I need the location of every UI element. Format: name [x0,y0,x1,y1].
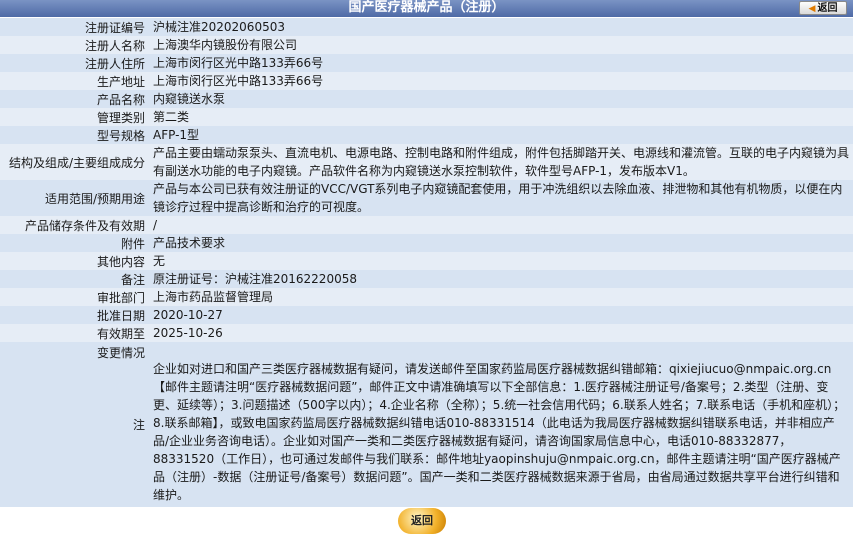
field-value: 上海澳华内镜股份有限公司 [148,36,853,54]
field-label: 结构及组成/主要组成成分 [0,144,148,180]
field-label: 型号规格 [0,126,148,144]
field-value: 原注册证号：沪械注准20162220058 [148,270,853,288]
field-value: 上海市闵行区光中路133弄66号 [148,54,853,72]
row-registration-number: 注册证编号 沪械注准20202060503 [0,18,853,36]
field-label: 审批部门 [0,288,148,306]
field-value: AFP-1型 [148,126,853,144]
page-title-bar: 国产医疗器械产品（注册） ◀ 返回 [0,0,853,17]
field-value: 内窥镜送水泵 [148,90,853,108]
back-arrow-icon: ◀ [808,4,816,14]
field-value: 沪械注准20202060503 [148,18,853,36]
row-product-name: 产品名称 内窥镜送水泵 [0,90,853,108]
field-label: 变更情况 [96,346,145,360]
row-other-content: 其他内容 无 [0,252,853,270]
row-storage-validity: 产品储存条件及有效期 / [0,216,853,234]
row-registrant-name: 注册人名称 上海澳华内镜股份有限公司 [0,36,853,54]
note-label: 注 [132,418,145,432]
field-label: 注册人名称 [0,36,148,54]
field-value: 产品与本公司已获有效注册证的VCC/VGT系列电子内窥镜配套使用，用于冲洗组织以… [148,180,853,216]
back-button-bottom-label: 返回 [411,514,433,527]
field-value: 产品主要由蠕动泵泵头、直流电机、电源电路、控制电路和附件组成，附件包括脚踏开关、… [148,144,853,180]
field-label: 有效期至 [0,324,148,342]
detail-table: 注册证编号 沪械注准20202060503 注册人名称 上海澳华内镜股份有限公司… [0,18,853,507]
row-production-address: 生产地址 上海市闵行区光中路133弄66号 [0,72,853,90]
field-label: 批准日期 [0,306,148,324]
row-approval-date: 批准日期 2020-10-27 [0,306,853,324]
field-label: 产品名称 [0,90,148,108]
field-label: 产品储存条件及有效期 [0,216,148,234]
field-value: 上海市闵行区光中路133弄66号 [148,72,853,90]
field-label: 适用范围/预期用途 [0,180,148,216]
page-title: 国产医疗器械产品（注册） [348,0,505,15]
row-registrant-address: 注册人住所 上海市闵行区光中路133弄66号 [0,54,853,72]
note-cell: 企业如对进口和国产三类医疗器械数据有疑问，请发送邮件至国家药监局医疗器械数据纠错… [148,342,853,507]
field-label: 注册证编号 [0,18,148,36]
change-label-cell: 变更情况 注 [0,342,148,507]
field-label: 备注 [0,270,148,288]
row-attachment: 附件 产品技术要求 [0,234,853,252]
field-value: 无 [148,252,853,270]
field-label: 注册人住所 [0,54,148,72]
field-label: 管理类别 [0,108,148,126]
field-value: 产品技术要求 [148,234,853,252]
row-remarks: 备注 原注册证号：沪械注准20162220058 [0,270,853,288]
back-button-top-label: 返回 [817,3,838,14]
row-model-spec: 型号规格 AFP-1型 [0,126,853,144]
row-structure-composition: 结构及组成/主要组成成分 产品主要由蠕动泵泵头、直流电机、电源电路、控制电路和附… [0,144,853,180]
field-value: 第二类 [148,108,853,126]
field-value: 2020-10-27 [148,306,853,324]
row-change-and-note: 变更情况 注 企业如对进口和国产三类医疗器械数据有疑问，请发送邮件至国家药监局医… [0,342,853,507]
field-label: 附件 [0,234,148,252]
back-button-bottom[interactable]: 返回 [398,508,446,534]
note-text: 企业如对进口和国产三类医疗器械数据有疑问，请发送邮件至国家药监局医疗器械数据纠错… [153,362,846,502]
field-label: 生产地址 [0,72,148,90]
field-value: 上海市药品监督管理局 [148,288,853,306]
field-label: 其他内容 [0,252,148,270]
field-value: 2025-10-26 [148,324,853,342]
row-intended-use: 适用范围/预期用途 产品与本公司已获有效注册证的VCC/VGT系列电子内窥镜配套… [0,180,853,216]
row-valid-until: 有效期至 2025-10-26 [0,324,853,342]
row-management-category: 管理类别 第二类 [0,108,853,126]
field-value: / [148,216,853,234]
row-approval-department: 审批部门 上海市药品监督管理局 [0,288,853,306]
back-button-top[interactable]: ◀ 返回 [799,1,847,15]
